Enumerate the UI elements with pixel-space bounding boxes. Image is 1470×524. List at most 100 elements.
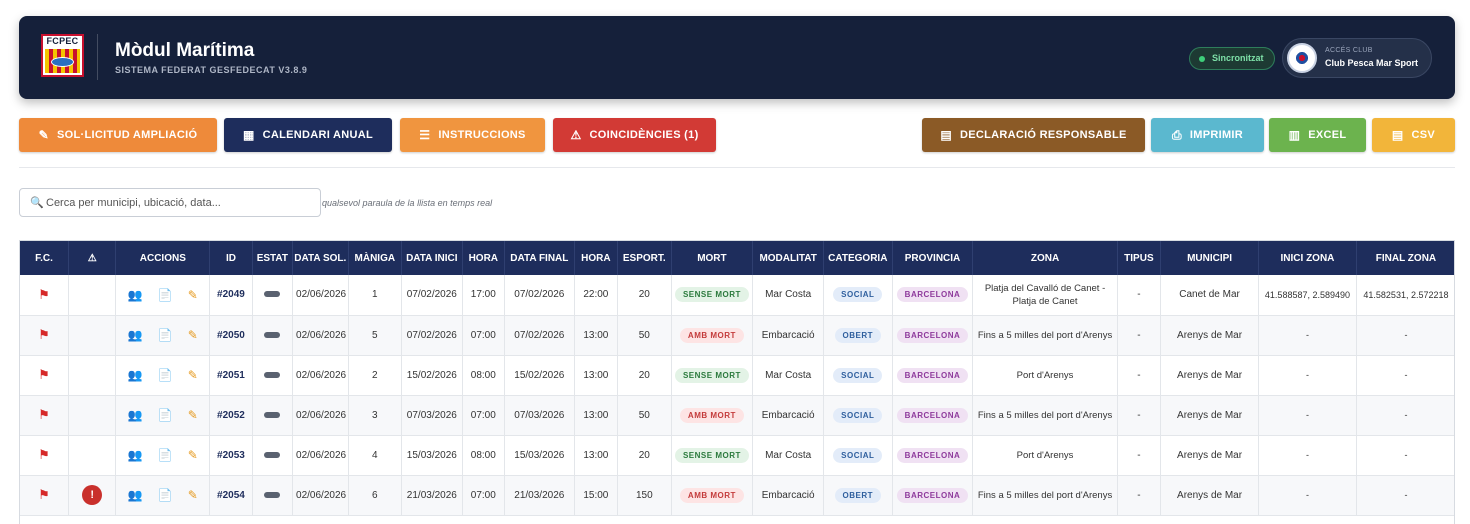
flag-icon[interactable]: ⚑ xyxy=(38,487,50,502)
fc-cell: ⚑ xyxy=(20,395,69,436)
column-header[interactable]: ESTAT xyxy=(252,241,294,275)
pencil-icon[interactable]: ✎ xyxy=(188,288,198,302)
warning-cell xyxy=(68,395,117,436)
document-icon[interactable]: 📄 xyxy=(158,488,173,502)
zona-cell: Fins a 5 milles del port d'Arenys xyxy=(972,475,1118,516)
pencil-icon[interactable]: ✎ xyxy=(188,448,198,462)
document-icon[interactable]: 📄 xyxy=(158,328,173,342)
pencil-icon[interactable]: ✎ xyxy=(188,368,198,382)
inici-zona-cell: - xyxy=(1258,435,1357,476)
column-header[interactable]: TIPUS xyxy=(1117,241,1162,275)
request-id[interactable]: #2051 xyxy=(217,370,245,381)
pencil-icon[interactable]: ✎ xyxy=(188,328,198,342)
search-input[interactable] xyxy=(46,193,316,213)
state-indicator xyxy=(264,451,281,458)
request-id[interactable]: #2049 xyxy=(217,289,245,300)
flag-icon[interactable]: ⚑ xyxy=(38,447,50,462)
actions-cell: 👥 📄 ✎ xyxy=(115,435,211,476)
pencil-icon[interactable]: ✎ xyxy=(188,488,198,502)
column-header[interactable]: MÀNIGA xyxy=(348,241,403,275)
column-header[interactable]: HORA xyxy=(574,241,619,275)
flag-icon[interactable]: ⚑ xyxy=(38,327,50,342)
table-row[interactable]: ⚑ 👥 📄 ✎ #2053 02/06/2026 4 15/03/2026 08:00 15/03… xyxy=(20,435,1454,476)
column-header[interactable]: FINAL ZONA xyxy=(1356,241,1454,275)
column-header[interactable]: MODALITAT xyxy=(752,241,824,275)
document-icon[interactable]: 📄 xyxy=(158,408,173,422)
toolbar-button-3[interactable]: ☰ INSTRUCCIONS xyxy=(400,118,545,152)
logo-emblem xyxy=(45,49,80,73)
time-end-cell: 13:00 xyxy=(574,315,619,356)
warning-badge-icon[interactable]: ! xyxy=(82,485,103,505)
users-icon[interactable]: 👥 xyxy=(128,448,143,462)
column-header[interactable]: MUNICIPI xyxy=(1160,241,1260,275)
fish-icon xyxy=(51,57,74,67)
sync-status-badge: Sincronitzat xyxy=(1189,47,1275,70)
search-box[interactable]: 🔍 xyxy=(19,188,321,217)
mort-cell: AMB MORT xyxy=(671,395,754,436)
users-icon[interactable]: 👥 xyxy=(128,288,143,302)
users-icon[interactable]: 👥 xyxy=(128,488,143,502)
maniga-cell: 4 xyxy=(348,435,403,476)
column-header[interactable]: HORA xyxy=(462,241,506,275)
flag-icon[interactable]: ⚑ xyxy=(38,287,50,302)
club-account-chip[interactable]: ACCÉS CLUB Club Pesca Mar Sport xyxy=(1282,38,1432,78)
warning-cell xyxy=(68,315,117,356)
table-row[interactable]: ⚑ 👥 📄 ✎ #2050 02/06/2026 5 07/02/2026 07:00 07/02… xyxy=(20,315,1454,356)
pencil-icon[interactable]: ✎ xyxy=(188,408,198,422)
toolbar-button-1[interactable]: ✎ SOL·LICITUD AMPLIACIÓ xyxy=(19,118,217,152)
request-id[interactable]: #2052 xyxy=(217,410,245,421)
table-row[interactable]: ⚑! 👥 📄 ✎ #2054 02/06/2026 6 21/03/2026 07:00 21/0… xyxy=(20,475,1454,516)
column-header[interactable]: INICI ZONA xyxy=(1258,241,1357,275)
request-id[interactable]: #2050 xyxy=(217,330,245,341)
fc-cell: ⚑ xyxy=(20,355,69,396)
document-icon[interactable]: 📄 xyxy=(158,368,173,382)
tipus-cell: - xyxy=(1117,475,1162,516)
toolbar-button-8[interactable]: ▤ CSV xyxy=(1372,118,1455,152)
column-header[interactable]: PROVINCIA xyxy=(892,241,974,275)
column-header[interactable]: ZONA xyxy=(972,241,1118,275)
provincia-cell: BARCELONA xyxy=(892,435,974,476)
toolbar-button-7[interactable]: ▥ EXCEL xyxy=(1269,118,1366,152)
column-header[interactable]: ID xyxy=(209,241,253,275)
column-header[interactable]: MORT xyxy=(671,241,754,275)
toolbar-button-5[interactable]: ▤ DECLARACIÓ RESPONSABLE xyxy=(922,118,1145,152)
users-icon[interactable]: 👥 xyxy=(128,368,143,382)
users-icon[interactable]: 👥 xyxy=(128,408,143,422)
esport-cell: 20 xyxy=(617,275,672,316)
final-zona-cell: - xyxy=(1356,355,1454,396)
document-icon[interactable]: 📄 xyxy=(158,288,173,302)
inici-zona-cell: - xyxy=(1258,475,1357,516)
column-header[interactable]: ESPORT. xyxy=(617,241,672,275)
column-header[interactable]: F.C. xyxy=(20,241,69,275)
mort-cell: SENSE MORT xyxy=(671,355,754,396)
categoria-badge: SOCIAL xyxy=(833,407,883,423)
fc-cell: ⚑ xyxy=(20,275,69,316)
flag-icon[interactable]: ⚑ xyxy=(38,407,50,422)
table-row[interactable]: ⚑ 👥 📄 ✎ #2051 02/06/2026 2 15/02/2026 08:00 15/02… xyxy=(20,355,1454,396)
modalitat-cell: Mar Costa xyxy=(752,355,824,396)
column-header[interactable]: ACCIONS xyxy=(115,241,211,275)
mort-cell: AMB MORT xyxy=(671,475,754,516)
request-id[interactable]: #2054 xyxy=(217,490,245,501)
provincia-badge: BARCELONA xyxy=(896,487,969,503)
column-header: ⚠ xyxy=(68,241,117,275)
flag-icon[interactable]: ⚑ xyxy=(38,367,50,382)
table-row[interactable]: ⚑ 👥 📄 ✎ #2049 02/06/2026 1 07/02/2026 17:00 07/02… xyxy=(20,275,1454,316)
column-header[interactable]: DATA FINAL xyxy=(504,241,575,275)
document-icon[interactable]: 📄 xyxy=(158,448,173,462)
toolbar-button-2[interactable]: ▦ CALENDARI ANUAL xyxy=(224,118,392,152)
provincia-cell: BARCELONA xyxy=(892,275,974,316)
toolbar-button-label: SOL·LICITUD AMPLIACIÓ xyxy=(57,129,198,141)
column-header[interactable]: CATEGORIA xyxy=(823,241,893,275)
request-id[interactable]: #2053 xyxy=(217,450,245,461)
inici-zona-cell: 41.588587, 2.589490 xyxy=(1258,275,1357,316)
toolbar-button-4[interactable]: ⚠ COINCIDÈNCIES (1) xyxy=(553,118,716,152)
column-header[interactable]: DATA INICI xyxy=(401,241,463,275)
table-body: ⚑ 👥 📄 ✎ #2049 02/06/2026 1 07/02/2026 17:00 07/02… xyxy=(20,275,1454,516)
users-icon[interactable]: 👥 xyxy=(128,328,143,342)
column-header[interactable]: DATA SOL. xyxy=(292,241,349,275)
date-start-cell: 15/03/2026 xyxy=(401,435,463,476)
toolbar-button-6[interactable]: ⎙ IMPRIMIR xyxy=(1151,118,1264,152)
table-row[interactable]: ⚑ 👥 📄 ✎ #2052 02/06/2026 3 07/03/2026 07:00 07/03… xyxy=(20,395,1454,436)
categoria-cell: SOCIAL xyxy=(823,355,893,396)
